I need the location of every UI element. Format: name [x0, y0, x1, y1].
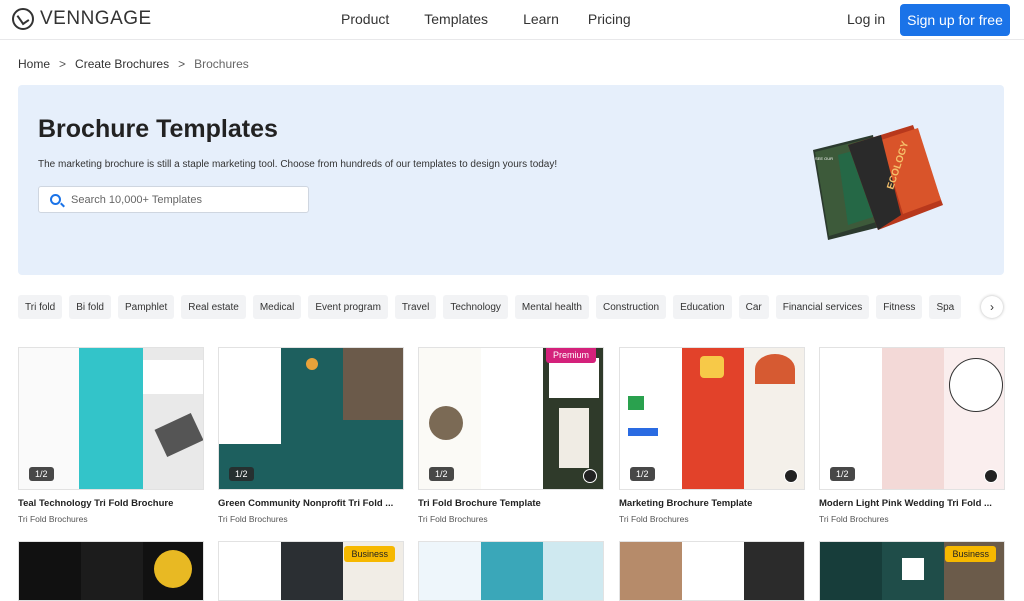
page-title: Brochure Templates: [38, 115, 278, 143]
template-card[interactable]: 1/2 Modern Light Pink Wedding Tri Fold .…: [819, 347, 1005, 524]
template-card[interactable]: [418, 541, 604, 601]
template-thumbnail[interactable]: [418, 541, 604, 601]
breadcrumb-current: Brochures: [194, 57, 249, 71]
template-thumbnail[interactable]: Business: [819, 541, 1005, 601]
chip-mental-health[interactable]: Mental health: [514, 295, 589, 319]
chip-pamphlet[interactable]: Pamphlet: [118, 295, 175, 319]
card-title[interactable]: Green Community Nonprofit Tri Fold ...: [218, 498, 404, 509]
chip-event-program[interactable]: Event program: [308, 295, 388, 319]
template-thumbnail[interactable]: [18, 541, 204, 601]
template-thumbnail[interactable]: Premium 1/2: [418, 347, 604, 490]
svg-text:SEE OUR: SEE OUR: [815, 156, 833, 161]
page-indicator: 1/2: [229, 467, 254, 481]
nav-product[interactable]: Product: [341, 11, 389, 27]
chip-fitness[interactable]: Fitness: [876, 295, 923, 319]
page-indicator: 1/2: [830, 467, 855, 481]
login-link[interactable]: Log in: [847, 11, 885, 27]
card-category: Tri Fold Brochures: [619, 514, 689, 524]
template-thumbnail[interactable]: Business: [218, 541, 404, 601]
logo-text: VENNGAGE: [40, 8, 152, 29]
hero-banner: Brochure Templates The marketing brochur…: [18, 85, 1004, 275]
chip-tri-fold[interactable]: Tri fold: [18, 295, 63, 319]
nav-learn[interactable]: Learn: [523, 11, 559, 27]
card-category: Tri Fold Brochures: [18, 514, 88, 524]
page-indicator: 1/2: [429, 467, 454, 481]
business-badge: Business: [344, 546, 395, 562]
template-thumbnail[interactable]: 1/2: [18, 347, 204, 490]
chip-real-estate[interactable]: Real estate: [181, 295, 246, 319]
chip-construction[interactable]: Construction: [595, 295, 667, 319]
premium-icon: [583, 469, 597, 483]
card-title[interactable]: Teal Technology Tri Fold Brochure: [18, 498, 204, 509]
chip-technology[interactable]: Technology: [443, 295, 508, 319]
template-thumbnail[interactable]: 1/2: [819, 347, 1005, 490]
venngage-logo-icon: [12, 8, 34, 30]
card-title[interactable]: Marketing Brochure Template: [619, 498, 805, 509]
hero-description: The marketing brochure is still a staple…: [38, 159, 558, 170]
template-card[interactable]: 1/2 Green Community Nonprofit Tri Fold .…: [218, 347, 404, 524]
main-nav: Product Templates Learn Pricing: [341, 11, 666, 27]
card-title[interactable]: Modern Light Pink Wedding Tri Fold ...: [819, 498, 1005, 509]
breadcrumb-create-brochures[interactable]: Create Brochures: [75, 57, 169, 71]
template-thumbnail[interactable]: [619, 541, 805, 601]
card-title[interactable]: Tri Fold Brochure Template: [418, 498, 604, 509]
template-thumbnail[interactable]: 1/2: [619, 347, 805, 490]
template-card[interactable]: [18, 541, 204, 601]
chevron-right-icon[interactable]: ›: [981, 296, 1003, 318]
breadcrumb-separator: >: [59, 57, 67, 71]
template-card[interactable]: Premium 1/2 Tri Fold Brochure Template T…: [418, 347, 604, 524]
chip-car[interactable]: Car: [738, 295, 769, 319]
breadcrumb-home[interactable]: Home: [18, 57, 50, 71]
card-category: Tri Fold Brochures: [819, 514, 889, 524]
chip-education[interactable]: Education: [673, 295, 732, 319]
chip-travel[interactable]: Travel: [394, 295, 437, 319]
business-badge: Business: [945, 546, 996, 562]
signup-button[interactable]: Sign up for free: [900, 4, 1010, 36]
top-nav: VENNGAGE Product Templates Learn Pricing…: [0, 0, 1024, 40]
chip-spa[interactable]: Spa: [929, 295, 962, 319]
premium-icon: [784, 469, 798, 483]
template-card[interactable]: Business: [819, 541, 1005, 601]
card-category: Tri Fold Brochures: [418, 514, 488, 524]
premium-icon: [984, 469, 998, 483]
nav-pricing[interactable]: Pricing: [588, 11, 631, 27]
search-icon: [50, 194, 61, 205]
page-indicator: 1/2: [29, 467, 54, 481]
breadcrumb: Home > Create Brochures > Brochures: [18, 57, 249, 71]
template-card[interactable]: 1/2 Teal Technology Tri Fold Brochure Tr…: [18, 347, 204, 524]
logo[interactable]: VENNGAGE: [12, 8, 152, 30]
brochure-illustration: ECOLOGY SEE OUR: [813, 125, 943, 240]
search-box[interactable]: [38, 186, 309, 213]
chip-bi-fold[interactable]: Bi fold: [69, 295, 111, 319]
page-indicator: 1/2: [630, 467, 655, 481]
search-input[interactable]: [71, 193, 291, 206]
chip-medical[interactable]: Medical: [252, 295, 302, 319]
breadcrumb-separator: >: [178, 57, 186, 71]
template-card[interactable]: [619, 541, 805, 601]
card-category: Tri Fold Brochures: [218, 514, 288, 524]
chip-financial-services[interactable]: Financial services: [775, 295, 870, 319]
template-card[interactable]: Business: [218, 541, 404, 601]
template-thumbnail[interactable]: 1/2: [218, 347, 404, 490]
premium-badge: Premium: [545, 348, 596, 363]
category-chips: Tri fold Bi fold Pamphlet Real estate Me…: [18, 295, 962, 319]
nav-templates[interactable]: Templates: [424, 11, 488, 27]
template-card[interactable]: 1/2 Marketing Brochure Template Tri Fold…: [619, 347, 805, 524]
